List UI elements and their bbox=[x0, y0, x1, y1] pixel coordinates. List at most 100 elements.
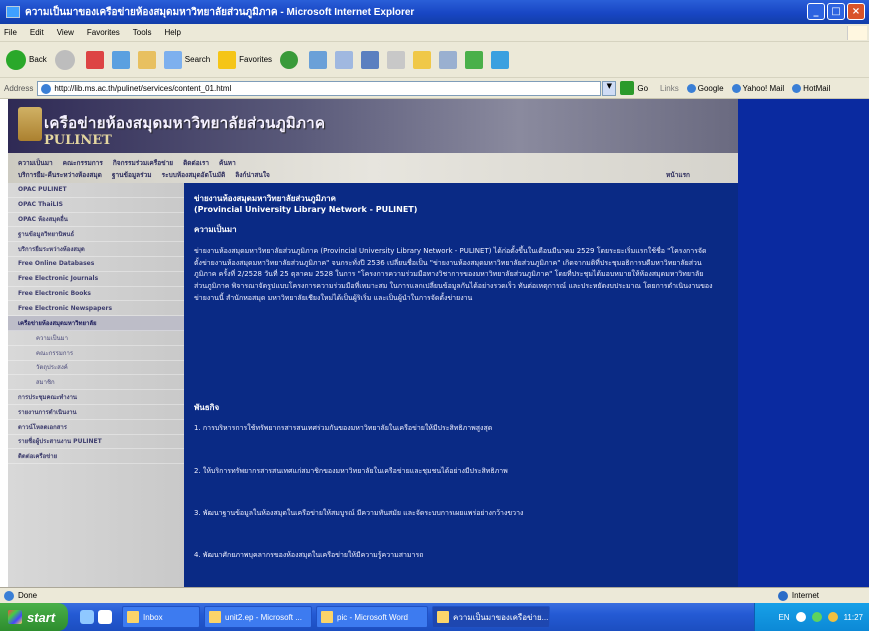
status-bar: Done Internet bbox=[0, 587, 869, 603]
address-dropdown[interactable]: ▼ bbox=[602, 80, 617, 96]
nav-link[interactable]: ความเป็นมา bbox=[18, 158, 53, 168]
page-icon bbox=[41, 83, 52, 94]
taskbar-item[interactable]: Inbox bbox=[122, 606, 200, 628]
menu-file[interactable]: File bbox=[4, 28, 17, 37]
favorites-button[interactable]: Favorites bbox=[218, 50, 273, 69]
ie-icon bbox=[6, 6, 20, 18]
sidebar-item[interactable]: ดาวน์โหลดเอกสาร bbox=[8, 420, 184, 435]
taskbar-item-active[interactable]: ความเป็นมาของเครือข่าย... bbox=[432, 606, 550, 628]
clock[interactable]: 11:27 bbox=[844, 613, 863, 622]
mail-button[interactable] bbox=[335, 50, 354, 69]
folder-icon bbox=[413, 50, 432, 69]
volume-icon[interactable] bbox=[827, 612, 838, 622]
home-button[interactable] bbox=[137, 50, 156, 69]
window-icon bbox=[439, 50, 458, 69]
nav-link[interactable]: ลิงก์น่าสนใจ bbox=[235, 170, 270, 180]
home-icon bbox=[137, 50, 156, 69]
bookmark-button[interactable] bbox=[491, 50, 510, 69]
address-label: Address bbox=[4, 83, 34, 93]
mission-item: 4. พัฒนาศักยภาพบุคลากรของห้องสมุดในเครือ… bbox=[194, 551, 424, 559]
link-hotmail-label: HotMail bbox=[803, 83, 831, 93]
nav-link[interactable]: คณะกรรมการ bbox=[63, 158, 103, 168]
address-url: http://lib.ms.ac.th/pulinet/services/con… bbox=[54, 83, 232, 93]
folder-button[interactable] bbox=[413, 50, 432, 69]
back-button[interactable]: Back bbox=[6, 49, 47, 70]
sidebar-item[interactable]: Free Electronic Journals bbox=[8, 272, 184, 287]
link-yahoo-mail[interactable]: Yahoo! Mail bbox=[731, 83, 784, 93]
ie-quicklaunch-icon[interactable] bbox=[98, 610, 112, 624]
sidebar-subitem[interactable]: คณะกรรมการ bbox=[8, 346, 184, 361]
article-heading-thai: ข่ายงานห้องสมุดมหาวิทยาลัยส่วนภูมิภาค bbox=[194, 194, 336, 203]
status-text: Done bbox=[18, 591, 38, 600]
menu-bar: File Edit View Favorites Tools Help bbox=[0, 24, 869, 42]
media-button[interactable] bbox=[280, 50, 301, 69]
refresh-button[interactable] bbox=[111, 50, 130, 69]
sidebar-item[interactable]: Free Online Databases bbox=[8, 257, 184, 272]
go-button[interactable]: Go bbox=[620, 81, 648, 95]
nav-link[interactable]: ระบบห้องสมุดอัตโนมัติ bbox=[162, 170, 226, 180]
nav-link[interactable]: ฐานข้อมูลร่วม bbox=[112, 170, 152, 180]
messenger-icon bbox=[465, 50, 484, 69]
sidebar-item[interactable]: ติดต่อเครือข่าย bbox=[8, 449, 184, 465]
menu-help[interactable]: Help bbox=[164, 28, 180, 37]
network-icon[interactable] bbox=[795, 612, 806, 622]
window-button[interactable] bbox=[439, 50, 458, 69]
menu-edit[interactable]: Edit bbox=[30, 28, 44, 37]
font-button[interactable] bbox=[361, 50, 380, 69]
sidebar-item[interactable]: OPAC PULINET bbox=[8, 183, 184, 198]
taskbar-item-label: pic - Microsoft Word bbox=[337, 612, 408, 622]
print-button[interactable] bbox=[387, 50, 406, 69]
section-heading-mission: พันธกิจ bbox=[194, 403, 220, 412]
menu-view[interactable]: View bbox=[57, 28, 74, 37]
nav-row-1: ความเป็นมา คณะกรรมการ กิจกรรมร่วมเครือข่… bbox=[18, 158, 236, 168]
sidebar-item[interactable]: ฐานข้อมูลวิทยานิพนธ์ bbox=[8, 227, 184, 243]
nav-link[interactable]: บริการยืม-คืนระหว่างห้องสมุด bbox=[18, 170, 102, 180]
browser-toolbar: Back Search Favorites bbox=[0, 42, 869, 78]
word-icon bbox=[321, 611, 333, 623]
search-button[interactable]: Search bbox=[163, 50, 210, 69]
sidebar-subitem[interactable]: สมาชิก bbox=[8, 375, 184, 391]
taskbar-item[interactable]: unit2.ep - Microsoft ... bbox=[204, 606, 312, 628]
link-hotmail[interactable]: HotMail bbox=[792, 83, 831, 93]
sidebar-item[interactable]: การประชุมคณะทำงาน bbox=[8, 390, 184, 405]
window-title-bar[interactable]: ความเป็นมาของเครือข่ายห้องสมุดมหาวิทยาลั… bbox=[0, 0, 869, 24]
show-desktop-icon[interactable] bbox=[80, 610, 94, 624]
address-input[interactable]: http://lib.ms.ac.th/pulinet/services/con… bbox=[37, 80, 602, 96]
link-icon bbox=[686, 83, 696, 93]
taskbar-item-label: unit2.ep - Microsoft ... bbox=[225, 612, 302, 622]
sidebar-item[interactable]: รายชื่อผู้ประสานงาน PULINET bbox=[8, 435, 184, 450]
sidebar-item[interactable]: OPAC ห้องสมุดอื่น bbox=[8, 213, 184, 228]
page-content: เครือข่ายห้องสมุดมหาวิทยาลัยส่วนภูมิภาค … bbox=[0, 99, 869, 587]
sidebar-item[interactable]: Free Electronic Books bbox=[8, 287, 184, 302]
forward-button[interactable] bbox=[54, 49, 78, 70]
taskbar-item[interactable]: pic - Microsoft Word bbox=[316, 606, 428, 628]
nav-link[interactable]: ค้นหา bbox=[219, 158, 236, 168]
menu-favorites[interactable]: Favorites bbox=[87, 28, 120, 37]
sidebar-subitem[interactable]: วัตถุประสงค์ bbox=[8, 361, 184, 376]
sidebar-item[interactable]: Free Electronic Newspapers bbox=[8, 301, 184, 317]
nav-home-link[interactable]: หน้าแรก bbox=[666, 170, 690, 180]
nav-link[interactable]: ติดต่อเรา bbox=[183, 158, 209, 168]
stop-button[interactable] bbox=[85, 50, 104, 69]
start-button[interactable]: start bbox=[0, 603, 68, 631]
link-google[interactable]: Google bbox=[686, 83, 724, 93]
favorites-label: Favorites bbox=[239, 55, 273, 64]
sidebar-item-active[interactable]: เครือข่ายห้องสมุดมหาวิทยาลัย bbox=[8, 316, 184, 331]
sidebar-item[interactable]: รายงานการดำเนินงาน bbox=[8, 405, 184, 420]
maximize-button[interactable]: □ bbox=[827, 3, 845, 20]
messenger-button[interactable] bbox=[465, 50, 484, 69]
go-arrow-icon bbox=[620, 81, 635, 95]
menu-tools[interactable]: Tools bbox=[133, 28, 152, 37]
language-indicator[interactable]: EN bbox=[778, 613, 789, 622]
antivirus-icon[interactable] bbox=[811, 612, 822, 622]
close-button[interactable]: × bbox=[847, 3, 865, 20]
back-label: Back bbox=[29, 55, 47, 64]
minimize-button[interactable]: _ bbox=[807, 3, 825, 20]
banner-title: เครือข่ายห้องสมุดมหาวิทยาลัยส่วนภูมิภาค bbox=[44, 114, 326, 132]
nav-link[interactable]: กิจกรรมร่วมเครือข่าย bbox=[113, 158, 173, 168]
sidebar-item[interactable]: บริการยืมระหว่างห้องสมุด bbox=[8, 242, 184, 257]
history-button[interactable] bbox=[309, 50, 328, 69]
links-bar: Links Google Yahoo! Mail HotMail bbox=[660, 83, 831, 93]
sidebar-subitem[interactable]: ความเป็นมา bbox=[8, 331, 184, 346]
sidebar-item[interactable]: OPAC ThaiLIS bbox=[8, 198, 184, 213]
